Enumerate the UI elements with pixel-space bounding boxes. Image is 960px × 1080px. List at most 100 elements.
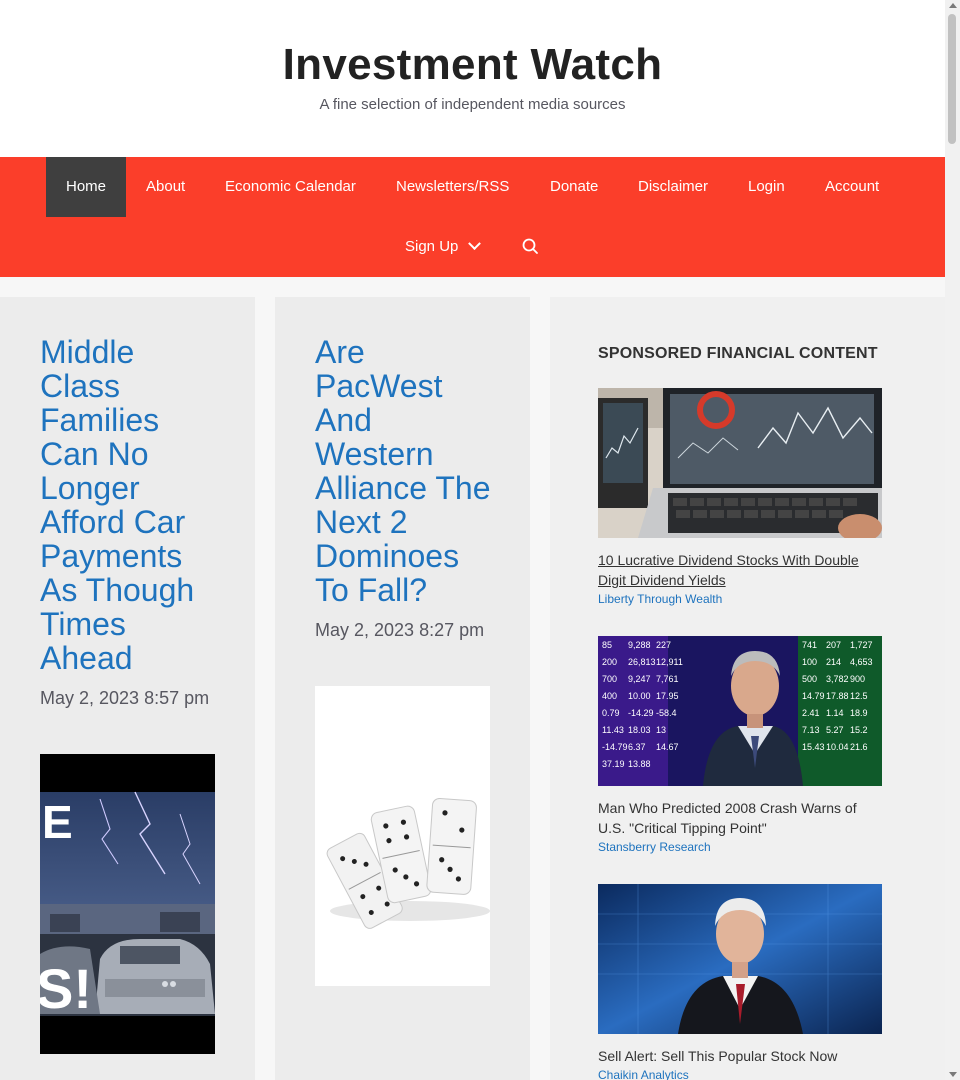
post-thumbnail[interactable]: E S! (40, 754, 215, 1054)
sponsored-item[interactable]: Sell Alert: Sell This Popular Stock Now … (598, 884, 882, 1080)
ticker-number: 14.79 (802, 691, 825, 701)
ticker-number: 17.95 (656, 691, 679, 701)
main-navigation: Home About Economic Calendar Newsletters… (0, 157, 945, 277)
ticker-number: 227 (656, 640, 671, 650)
post-title[interactable]: Are PacWest And Western Alliance The Nex… (315, 335, 495, 607)
nav-item-label: Disclaimer (638, 178, 709, 195)
ticker-number: 1.14 (826, 708, 844, 718)
sidebar: SPONSORED FINANCIAL CONTENT 10 Lucrative… (550, 297, 945, 1080)
sponsored-source[interactable]: Chaikin Analytics (598, 1068, 882, 1080)
ticker-number: 700 (602, 674, 617, 684)
ticker-number: 741 (802, 640, 817, 650)
ticker-number: 15.43 (802, 742, 825, 752)
ticker-number: 207 (826, 640, 841, 650)
nav-item-label: Login (748, 178, 785, 195)
sponsored-source[interactable]: Liberty Through Wealth (598, 592, 882, 606)
post-thumbnail[interactable] (315, 686, 490, 986)
sponsored-source[interactable]: Stansberry Research (598, 840, 882, 854)
nav-item-donate[interactable]: Donate (530, 157, 618, 217)
post-date: May 2, 2023 8:57 pm (40, 688, 210, 708)
ticker-number: -58.4 (656, 708, 677, 718)
chevron-down-icon (468, 237, 482, 251)
sponsored-item[interactable]: 85 9,288 227 741 207 1,727 200 26,813 12,911 100 2… (598, 636, 882, 854)
ticker-number: -14.29 (628, 708, 654, 718)
sponsored-title[interactable]: Sell Alert: Sell This Popular Stock Now (598, 1046, 882, 1066)
ticker-number: 12,911 (656, 657, 683, 667)
ticker-number: 18.9 (850, 708, 868, 718)
post-title[interactable]: Middle Class Families Can No Longer Affo… (40, 335, 220, 675)
nav-item-account[interactable]: Account (805, 157, 899, 217)
ticker-number: 13 (656, 725, 666, 735)
nav-item-label: Sign Up (405, 238, 459, 255)
ticker-number: 7.13 (802, 725, 820, 735)
ticker-number: 9,288 (628, 640, 651, 650)
news-anchor-image (598, 884, 882, 1034)
ticker-number: 14.67 (656, 742, 679, 752)
ticker-number: 214 (826, 657, 841, 667)
nav-item-sign-up[interactable]: Sign Up (385, 217, 499, 277)
ticker-number: 5.27 (826, 725, 844, 735)
ticker-number: 2.41 (802, 708, 820, 718)
post-date: May 2, 2023 8:27 pm (315, 620, 485, 640)
thumb-overlay-text-bottom: S! (40, 957, 92, 1020)
sponsored-title[interactable]: 10 Lucrative Dividend Stocks With Double… (598, 550, 882, 590)
nav-item-login[interactable]: Login (728, 157, 805, 217)
ticker-number: 11.43 (602, 725, 624, 735)
ticker-number: 85 (602, 640, 612, 650)
nav-item-label: About (146, 178, 186, 195)
sponsored-item[interactable]: 10 Lucrative Dividend Stocks With Double… (598, 388, 882, 606)
nav-item-disclaimer[interactable]: Disclaimer (618, 157, 728, 217)
nav-item-label: Account (825, 178, 880, 195)
ticker-number: 37.19 (602, 759, 625, 769)
scroll-up-icon[interactable] (949, 3, 957, 8)
dominoes-image (315, 686, 490, 986)
post-card: Middle Class Families Can No Longer Affo… (0, 297, 255, 1080)
thumb-overlay-text-top: E (42, 796, 73, 848)
page: Investment Watch A fine selection of ind… (0, 0, 945, 1080)
ticker-number: 12.5 (850, 691, 868, 701)
site-header: Investment Watch A fine selection of ind… (0, 0, 945, 157)
sponsored-image[interactable] (598, 884, 882, 1034)
ticker-number: 200 (602, 657, 617, 667)
ticker-number: -14.79 (602, 742, 628, 752)
nav-item-label: Home (66, 178, 107, 195)
ticker-number: 10.00 (628, 691, 651, 701)
sponsored-image[interactable]: 85 9,288 227 741 207 1,727 200 26,813 12,911 100 2… (598, 636, 882, 786)
vertical-scrollbar[interactable] (945, 0, 960, 1080)
site-title[interactable]: Investment Watch (0, 40, 945, 90)
post-card: Are PacWest And Western Alliance The Nex… (275, 297, 530, 1080)
laptop-trading-image (598, 388, 882, 538)
scroll-down-icon[interactable] (949, 1072, 957, 1077)
ticker-number: 13.88 (628, 759, 651, 769)
ticker-number: 4,653 (850, 657, 873, 667)
nav-item-about[interactable]: About (126, 157, 205, 217)
search-icon (522, 238, 538, 254)
ticker-number: 10.04 (826, 742, 849, 752)
nav-item-label: Newsletters/RSS (396, 178, 510, 195)
nav-item-economic-calendar[interactable]: Economic Calendar (205, 157, 376, 217)
ticker-number: 100 (802, 657, 817, 667)
ticker-number: 400 (602, 691, 617, 701)
ticker-number: 17.88 (826, 691, 849, 701)
ticker-number: 26,813 (628, 657, 656, 667)
nav-item-label: Economic Calendar (225, 178, 356, 195)
sponsored-title[interactable]: Man Who Predicted 2008 Crash Warns of U.… (598, 798, 882, 838)
sponsored-image[interactable] (598, 388, 882, 538)
ticker-number: 18.03 (628, 725, 651, 735)
ticker-number: 3,782 (826, 674, 849, 684)
nav-search-button[interactable] (510, 217, 550, 277)
ticker-number: 900 (850, 674, 865, 684)
nav-item-home[interactable]: Home (46, 157, 127, 217)
ticker-number: 500 (802, 674, 817, 684)
widget-title: SPONSORED FINANCIAL CONTENT (598, 345, 878, 362)
ticker-number: 1,727 (850, 640, 873, 650)
car-lot-storm-image: E S! (40, 754, 215, 1054)
ticker-number: 6.37 (628, 742, 646, 752)
nav-item-newsletters-rss[interactable]: Newsletters/RSS (376, 157, 529, 217)
ticker-number: 21.6 (850, 742, 868, 752)
ticker-number: 7,761 (656, 674, 679, 684)
nav-item-label: Donate (550, 178, 599, 195)
site-tagline: A fine selection of independent media so… (319, 96, 626, 113)
ticker-number: 0.79 (602, 708, 620, 718)
scrollbar-thumb[interactable] (948, 14, 956, 144)
